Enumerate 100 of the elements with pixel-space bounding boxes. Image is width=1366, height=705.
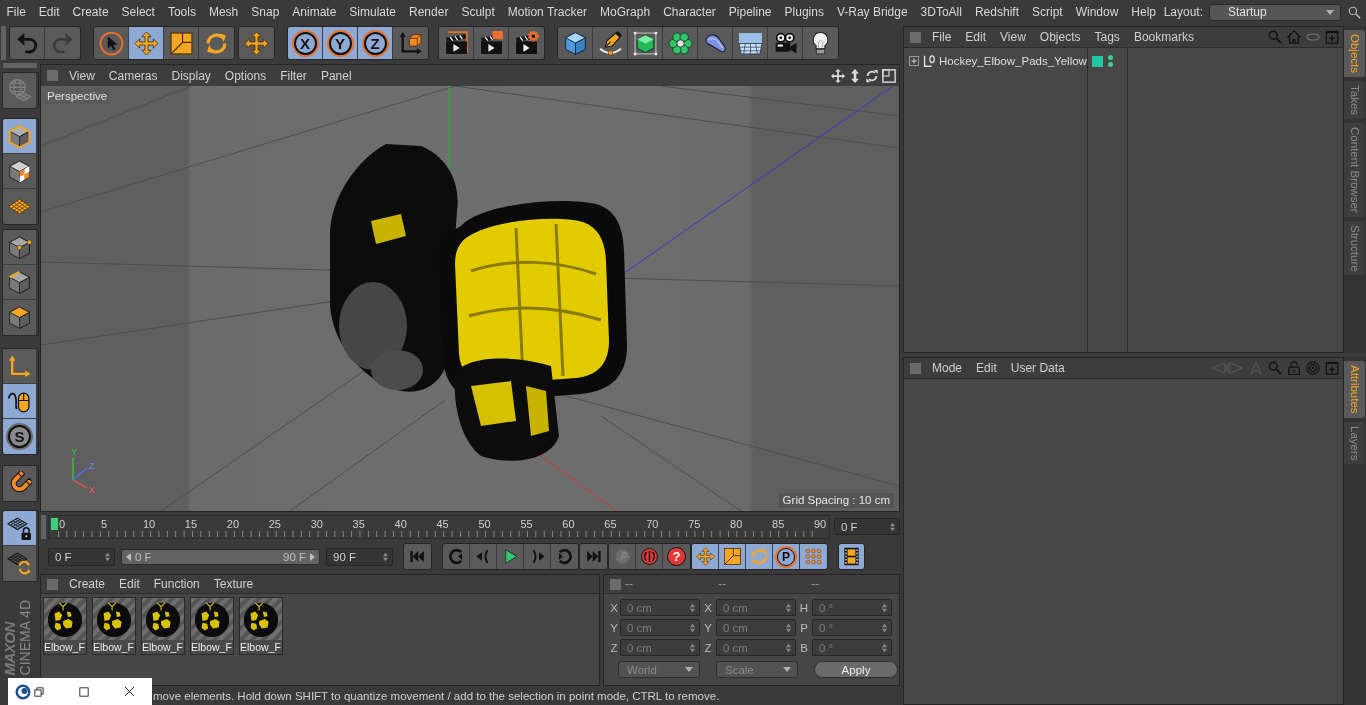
playhead[interactable] <box>51 517 58 530</box>
menu-item[interactable]: Simulate <box>342 1 403 23</box>
menu-item[interactable]: V-Ray Bridge <box>830 1 915 23</box>
key-scale-button[interactable] <box>719 544 746 569</box>
start-frame-field[interactable]: 0 F <box>48 547 115 566</box>
workplane-button[interactable] <box>3 546 36 581</box>
solo-button[interactable]: S <box>3 419 36 454</box>
spinner-icon[interactable] <box>786 602 791 613</box>
menu-item[interactable]: Cameras <box>101 68 165 83</box>
menu-item[interactable]: Pipeline <box>722 1 779 23</box>
play-button[interactable] <box>497 544 524 569</box>
snap-button[interactable] <box>3 466 36 501</box>
expand-icon[interactable] <box>909 56 919 66</box>
timeline-button[interactable] <box>838 543 865 570</box>
end-frame-field[interactable]: 90 F <box>326 547 393 566</box>
workplane-mode-button[interactable] <box>3 189 36 224</box>
current-frame-field[interactable]: 0 F <box>834 518 900 535</box>
texture-mode-button[interactable] <box>3 154 36 189</box>
material-tile[interactable]: Elbow_F <box>190 597 234 655</box>
menu-item[interactable]: Plugins <box>778 1 831 23</box>
model-mode-button[interactable] <box>3 119 36 154</box>
lock-workplane-button[interactable] <box>3 511 36 546</box>
spinner-icon[interactable] <box>882 622 887 633</box>
spinner-icon[interactable] <box>383 551 388 562</box>
object-name[interactable]: Hockey_Elbow_Pads_Yellow <box>939 55 1087 67</box>
cube-button[interactable] <box>558 27 593 59</box>
menu-item[interactable]: View <box>62 68 102 83</box>
layout-dropdown[interactable]: Startup <box>1209 3 1341 21</box>
menu-item[interactable]: Edit <box>32 1 67 23</box>
app-icon[interactable] <box>15 683 31 700</box>
light-button[interactable] <box>803 27 838 59</box>
menu-item[interactable]: Redshift <box>968 1 1026 23</box>
material-tile[interactable]: Elbow_F <box>239 597 283 655</box>
recent-tool-button[interactable] <box>239 27 274 59</box>
menu-item[interactable]: Window <box>1069 1 1125 23</box>
grip-icon[interactable] <box>910 31 921 43</box>
menu-item[interactable]: Function <box>146 577 207 591</box>
spinner-icon[interactable] <box>690 622 695 633</box>
key-point-level-button[interactable] <box>800 544 827 569</box>
menu-item[interactable]: 3DToAll <box>914 1 969 23</box>
close-icon[interactable] <box>124 686 135 697</box>
menu-item[interactable]: Tags <box>1087 30 1127 44</box>
menu-item[interactable]: Select <box>115 1 162 23</box>
undo-button[interactable] <box>10 27 45 59</box>
menu-item[interactable]: Panel <box>313 68 359 83</box>
timeline-ruler[interactable]: 0 5 10 15 20 25 30 35 40 45 50 55 60 65 70 75 80 85 90 <box>48 514 830 539</box>
render-settings-button[interactable] <box>509 27 544 59</box>
menu-item[interactable]: Bookmarks <box>1126 30 1201 44</box>
menu-item[interactable]: Animate <box>285 1 343 23</box>
menu-item[interactable]: View <box>993 30 1033 44</box>
edges-mode-button[interactable] <box>3 265 36 300</box>
menu-item[interactable]: MoGraph <box>593 1 657 23</box>
menu-item[interactable]: Edit <box>112 577 147 591</box>
grip-icon[interactable] <box>41 514 46 539</box>
left-arrow-icon[interactable] <box>126 552 131 561</box>
coordinate-system-button[interactable] <box>393 27 428 59</box>
menu-item[interactable]: Filter <box>273 68 314 83</box>
render-view-button[interactable] <box>439 27 474 59</box>
menu-item[interactable]: Edit <box>958 30 994 44</box>
z-axis-button[interactable]: Z <box>358 27 393 59</box>
deformer-button[interactable] <box>698 27 733 59</box>
render-visibility-dot-icon[interactable] <box>1108 62 1113 67</box>
scale-tool-button[interactable] <box>164 27 199 59</box>
menu-item[interactable]: User Data <box>1003 361 1072 375</box>
go-to-end-button[interactable] <box>580 544 607 569</box>
grip-icon[interactable] <box>47 70 58 81</box>
go-to-start-button[interactable] <box>404 544 431 569</box>
menu-item[interactable]: Snap <box>244 1 286 23</box>
menu-item[interactable]: Sculpt <box>454 1 502 23</box>
next-frame-button[interactable] <box>524 544 551 569</box>
menu-item[interactable]: Render <box>402 1 455 23</box>
material-tile[interactable]: Elbow_F <box>92 597 136 655</box>
right-arrow-icon[interactable] <box>310 552 315 561</box>
search-icon[interactable] <box>1348 5 1361 19</box>
ellipse-icon[interactable] <box>1306 30 1320 44</box>
camera-button[interactable] <box>768 27 803 59</box>
points-mode-button[interactable] <box>3 230 36 265</box>
previous-frame-button[interactable] <box>470 544 497 569</box>
side-tab[interactable]: Attributes <box>1344 361 1365 418</box>
menu-item[interactable]: Character <box>656 1 723 23</box>
grip-icon[interactable] <box>910 362 921 374</box>
key-position-button[interactable] <box>692 544 719 569</box>
previous-key-button[interactable] <box>443 544 470 569</box>
grip-icon[interactable] <box>1 26 6 60</box>
subdivision-button[interactable] <box>628 27 663 59</box>
spinner-icon[interactable] <box>105 551 110 562</box>
y-axis-button[interactable]: Y <box>323 27 358 59</box>
menu-item[interactable]: Create <box>66 1 116 23</box>
menu-item[interactable]: File <box>925 30 959 44</box>
spinner-icon[interactable] <box>690 642 695 653</box>
grip-icon[interactable] <box>610 578 621 590</box>
spinner-icon[interactable] <box>690 602 695 613</box>
menu-item[interactable]: Display <box>164 68 218 83</box>
restore-icon[interactable] <box>34 686 44 697</box>
spinner-icon[interactable] <box>882 642 887 653</box>
material-tile[interactable]: Elbow_F <box>141 597 185 655</box>
menu-item[interactable]: Objects <box>1032 30 1088 44</box>
editor-visibility-dot-icon[interactable] <box>1108 55 1113 60</box>
menu-item[interactable]: Mesh <box>202 1 245 23</box>
axis-mode-button[interactable] <box>3 349 36 384</box>
